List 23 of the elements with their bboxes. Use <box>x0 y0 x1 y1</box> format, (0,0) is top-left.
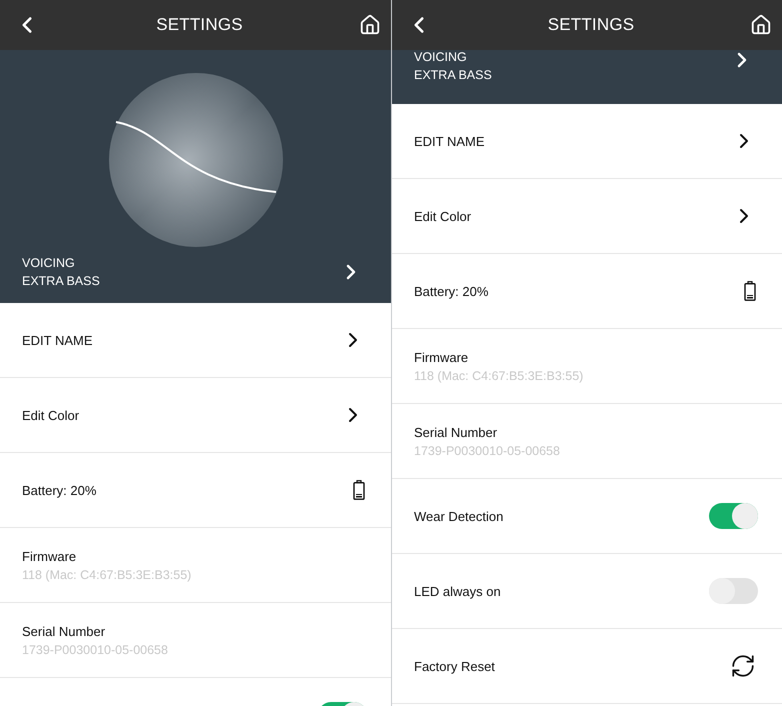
setting-label: LED always on <box>414 584 501 598</box>
home-icon[interactable] <box>358 14 381 36</box>
screen-title: SETTINGS <box>548 15 634 35</box>
reset-icon[interactable] <box>730 653 756 679</box>
screen-title: SETTINGS <box>156 15 243 35</box>
setting-label: Wear Detection <box>414 508 504 524</box>
setting-label[interactable]: Edit Color <box>414 208 472 224</box>
home-icon[interactable] <box>750 14 772 36</box>
battery-icon <box>353 480 365 500</box>
setting-label: Firmware <box>414 350 470 364</box>
setting-label: Battery: 20% <box>414 284 488 298</box>
setting-label[interactable]: EDIT NAME <box>22 332 93 348</box>
toggle-switch[interactable] <box>709 578 758 604</box>
setting-label: Serial Number <box>414 424 498 440</box>
toggle-switch[interactable] <box>709 503 758 529</box>
setting-label: Firmware <box>22 548 78 564</box>
setting-label: Factory Reset <box>414 658 495 674</box>
setting-label: Serial Number <box>22 624 106 638</box>
battery-icon <box>744 281 756 301</box>
voicing-button[interactable]: VOICING EXTRA BASS <box>0 254 391 290</box>
setting-label[interactable]: Edit Color <box>22 408 80 422</box>
setting-label[interactable]: EDIT NAME <box>414 134 485 148</box>
setting-label: Battery: 20% <box>22 482 96 498</box>
